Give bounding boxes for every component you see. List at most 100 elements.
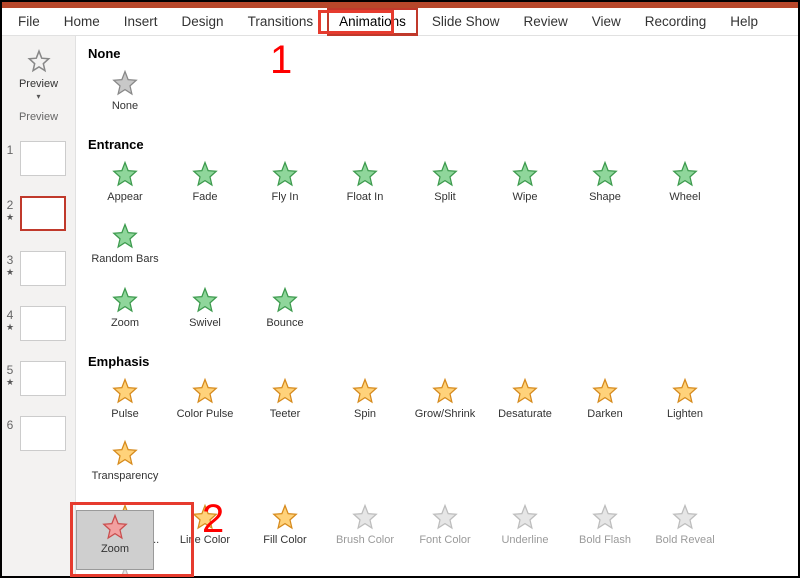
ribbon-tab-home[interactable]: Home — [54, 10, 110, 33]
anim-desaturate[interactable]: Desaturate — [486, 375, 564, 435]
preview-button[interactable]: Preview ▾ — [15, 42, 62, 107]
anim-split[interactable]: Split — [406, 158, 484, 218]
anim-label: Color Pulse — [166, 408, 244, 420]
hovered-anim-zoom[interactable]: Zoom — [76, 510, 154, 570]
anim-label: Underline — [486, 534, 564, 546]
ribbon-tab-transitions[interactable]: Transitions — [238, 10, 324, 33]
slide-preview[interactable] — [20, 196, 66, 231]
star-icon — [190, 503, 220, 533]
anim-wheel[interactable]: Wheel — [646, 158, 724, 218]
slide-preview[interactable] — [20, 306, 66, 341]
anim-label: Font Color — [406, 534, 484, 546]
anim-label: Desaturate — [486, 408, 564, 420]
anim-zoom[interactable]: Zoom — [86, 284, 164, 344]
star-icon — [430, 377, 460, 407]
slide-number: 2★ — [4, 196, 16, 223]
star-icon — [510, 377, 540, 407]
star-icon — [270, 286, 300, 316]
anim-appear[interactable]: Appear — [86, 158, 164, 218]
slide-thumb-2[interactable]: 2★ — [4, 196, 69, 231]
slide-number: 1 — [4, 141, 16, 157]
anim-teeter[interactable]: Teeter — [246, 375, 324, 435]
ribbon-tab-help[interactable]: Help — [720, 10, 768, 33]
anim-float-in[interactable]: Float In — [326, 158, 404, 218]
chevron-down-icon: ▾ — [36, 92, 40, 101]
main-area: Preview ▾ Preview 12★3★4★5★6 NoneNoneEnt… — [2, 36, 798, 576]
ribbon-tab-recording[interactable]: Recording — [635, 10, 717, 33]
anim-grow-shrink[interactable]: Grow/Shrink — [406, 375, 484, 435]
anim-label: Bold Flash — [566, 534, 644, 546]
star-icon — [350, 377, 380, 407]
slide-thumb-1[interactable]: 1 — [4, 141, 69, 176]
slide-preview[interactable] — [20, 251, 66, 286]
anim-label: Fade — [166, 191, 244, 203]
anim-fly-in[interactable]: Fly In — [246, 158, 324, 218]
star-icon — [670, 160, 700, 190]
slide-preview[interactable] — [20, 361, 66, 396]
star-icon — [670, 503, 700, 533]
star-icon — [110, 286, 140, 316]
anim-label: Appear — [86, 191, 164, 203]
anim-fill-color[interactable]: Fill Color — [246, 501, 324, 561]
anim-wipe[interactable]: Wipe — [486, 158, 564, 218]
star-icon — [510, 503, 540, 533]
slide-thumbnails: 1 2★ 3★ 4★ 5★ 6 — [2, 141, 75, 451]
anim-pulse[interactable]: Pulse — [86, 375, 164, 435]
slide-thumb-6[interactable]: 6 — [4, 416, 69, 451]
anim-color-pulse[interactable]: Color Pulse — [166, 375, 244, 435]
star-icon — [190, 286, 220, 316]
slide-number: 6 — [4, 416, 16, 432]
ribbon-tabs: FileHomeInsertDesignTransitionsAnimation… — [2, 8, 798, 36]
anim-swivel[interactable]: Swivel — [166, 284, 244, 344]
star-icon — [190, 160, 220, 190]
ribbon-tab-animations[interactable]: Animations — [327, 8, 418, 36]
anim-underline: Underline — [486, 501, 564, 561]
anim-label: Fill Color — [246, 534, 324, 546]
star-icon — [110, 439, 140, 469]
anim-label: Zoom — [86, 317, 164, 329]
star-icon — [270, 377, 300, 407]
ribbon-tab-slide-show[interactable]: Slide Show — [422, 10, 510, 33]
anim-label: Darken — [566, 408, 644, 420]
anim-darken[interactable]: Darken — [566, 375, 644, 435]
anim-label: Random Bars — [86, 253, 164, 265]
anim-label: Bounce — [246, 317, 324, 329]
star-icon — [270, 160, 300, 190]
section-title-none: None — [88, 46, 798, 61]
anim-label: Bold Reveal — [646, 534, 724, 546]
anim-transparency[interactable]: Transparency — [86, 437, 164, 497]
star-icon — [190, 377, 220, 407]
slide-thumb-3[interactable]: 3★ — [4, 251, 69, 286]
anim-label: Line Color — [166, 534, 244, 546]
ribbon-tab-view[interactable]: View — [582, 10, 631, 33]
slide-number: 4★ — [4, 306, 16, 333]
star-icon — [110, 160, 140, 190]
slide-preview[interactable] — [20, 416, 66, 451]
anim-label: Transparency — [86, 470, 164, 482]
star-icon — [510, 160, 540, 190]
slide-thumb-5[interactable]: 5★ — [4, 361, 69, 396]
anim-label: Swivel — [166, 317, 244, 329]
star-icon — [110, 69, 140, 99]
star-icon — [430, 160, 460, 190]
anim-lighten[interactable]: Lighten — [646, 375, 724, 435]
anim-fade[interactable]: Fade — [166, 158, 244, 218]
ribbon-tab-insert[interactable]: Insert — [114, 10, 168, 33]
anim-random-bars[interactable]: Random Bars — [86, 220, 164, 280]
anim-bold-flash: Bold Flash — [566, 501, 644, 561]
star-icon — [270, 503, 300, 533]
ribbon-tab-design[interactable]: Design — [172, 10, 234, 33]
ribbon-tab-review[interactable]: Review — [513, 10, 577, 33]
anim-line-color[interactable]: Line Color — [166, 501, 244, 561]
slide-preview[interactable] — [20, 141, 66, 176]
anim-spin[interactable]: Spin — [326, 375, 404, 435]
anim-shape[interactable]: Shape — [566, 158, 644, 218]
anim-label: Grow/Shrink — [406, 408, 484, 420]
anim-bounce[interactable]: Bounce — [246, 284, 324, 344]
slide-thumb-4[interactable]: 4★ — [4, 306, 69, 341]
anim-none[interactable]: None — [86, 67, 164, 127]
anim-label: None — [86, 100, 164, 112]
ribbon-tab-file[interactable]: File — [8, 10, 50, 33]
anim-label: Spin — [326, 408, 404, 420]
anim-font-color: Font Color — [406, 501, 484, 561]
